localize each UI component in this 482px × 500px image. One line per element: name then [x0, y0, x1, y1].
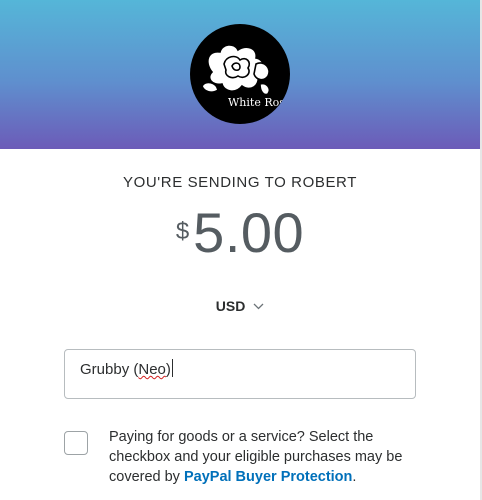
recipient-avatar: White Ros: [190, 24, 290, 124]
currency-code: USD: [215, 298, 246, 314]
text-caret: [171, 359, 173, 377]
buyer-protection-checkbox[interactable]: [64, 431, 88, 455]
note-input[interactable]: Grubby (Neo): [64, 349, 416, 399]
buyer-protection-link[interactable]: PayPal Buyer Protection: [184, 469, 352, 485]
note-value: Grubby (Neo): [80, 359, 173, 378]
white-rose-icon: [201, 44, 271, 96]
recipient-heading: YOU'RE SENDING TO ROBERT: [123, 174, 357, 191]
avatar-logo-text: White Ros: [228, 96, 285, 109]
currency-dropdown[interactable]: USD: [0, 298, 480, 314]
amount-value[interactable]: 5.00: [193, 201, 304, 264]
buyer-protection-text: Paying for goods or a service? Select th…: [109, 427, 419, 487]
buyer-protection-period: .: [352, 469, 357, 485]
note-text-part: Grubby (: [80, 361, 139, 378]
chevron-down-icon: [253, 303, 264, 310]
currency-symbol: $: [175, 218, 190, 245]
note-text-part: ): [165, 361, 171, 378]
header-banner: White Ros: [0, 0, 480, 149]
spellcheck-word: Neo: [138, 361, 166, 378]
amount-display[interactable]: $5.00: [0, 200, 480, 265]
